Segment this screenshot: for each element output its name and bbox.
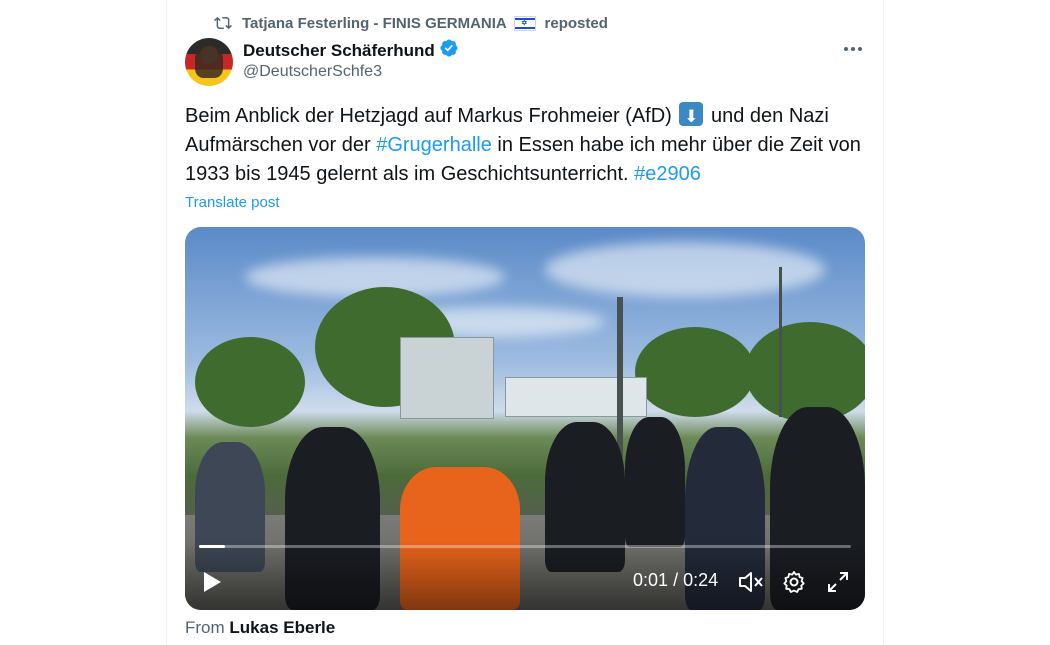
post-text-part-1: Beim Anblick der Hetzjagd auf Markus Fro… (185, 105, 672, 127)
settings-gear-icon (783, 571, 805, 593)
repost-label: reposted (544, 14, 608, 32)
verified-badge-icon[interactable] (439, 38, 459, 63)
author-handle[interactable]: @DeutscherSchfe3 (243, 63, 382, 81)
israel-flag-icon: ✡ (514, 16, 537, 32)
translate-post-link[interactable]: Translate post (185, 194, 280, 211)
fullscreen-icon (828, 572, 848, 592)
more-dots-icon (844, 47, 862, 51)
more-options-button[interactable] (840, 38, 866, 60)
video-progress-fill (199, 545, 226, 548)
attribution-source-name[interactable]: Lukas Eberle (229, 618, 335, 637)
video-player[interactable]: 0:01 / 0:24 (185, 227, 865, 610)
fullscreen-button[interactable] (823, 567, 853, 597)
play-icon (204, 572, 221, 592)
repost-icon (214, 14, 232, 32)
video-attribution[interactable]: From Lukas Eberle (185, 618, 335, 638)
reposter-name[interactable]: Tatjana Festerling - FINIS GERMANIA (242, 15, 506, 32)
unmute-button[interactable] (735, 567, 765, 597)
attribution-prefix: From (185, 618, 225, 637)
video-settings-button[interactable] (779, 567, 809, 597)
arrow-down-emoji-icon (679, 102, 704, 132)
play-button[interactable] (197, 567, 227, 597)
video-current-time: 0:01 (633, 570, 669, 590)
video-time-separator: / (673, 570, 679, 590)
video-time-readout: 0:01 / 0:24 (633, 570, 718, 591)
timeline-right-border (883, 0, 884, 645)
timeline-left-border (166, 0, 167, 645)
author-name-text[interactable]: Deutscher Schäferhund (243, 41, 435, 61)
author-avatar[interactable] (185, 38, 233, 86)
author-display-name[interactable]: Deutscher Schäferhund (243, 38, 459, 63)
repost-context[interactable]: Tatjana Festerling - FINIS GERMANIA ✡ re… (214, 12, 608, 34)
post-text: Beim Anblick der Hetzjagd auf Markus Fro… (185, 102, 865, 189)
hashtag-grugerhalle-link[interactable]: #Grugerhalle (376, 134, 492, 156)
hashtag-e2906-link[interactable]: #e2906 (634, 163, 701, 185)
video-duration: 0:24 (683, 570, 719, 590)
muted-speaker-icon (739, 572, 763, 592)
video-progress-bar[interactable] (199, 545, 851, 548)
